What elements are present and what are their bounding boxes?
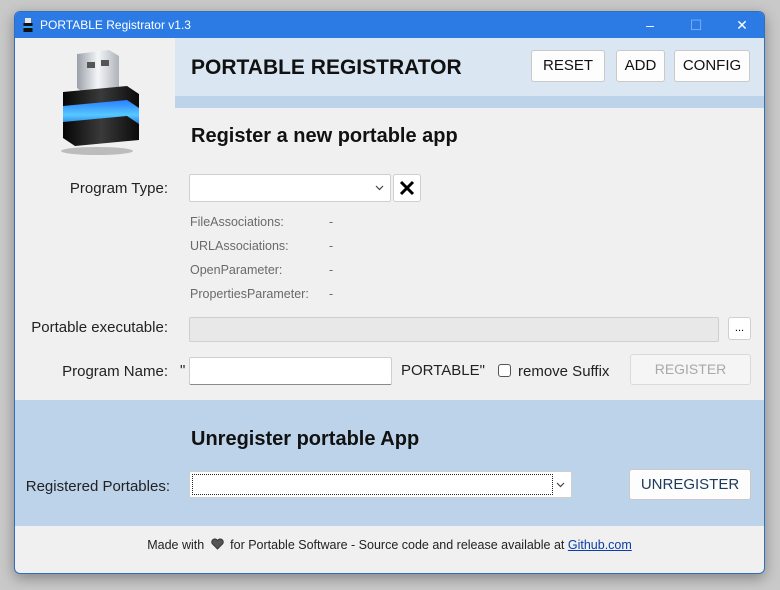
unregister-section-title: Unregister portable App (191, 428, 420, 450)
program-type-label: Program Type: (69, 180, 168, 197)
title-bar: PORTABLE Registrator v1.3 – ☐ ✕ (15, 12, 764, 38)
x-icon (399, 180, 415, 196)
file-associations-value: - (329, 215, 334, 229)
config-button[interactable]: CONFIG (674, 50, 750, 82)
app-window: PORTABLE Registrator v1.3 – ☐ ✕ PORTABLE… (14, 11, 765, 574)
portable-executable-label: Portable executable: (31, 319, 168, 336)
portable-executable-field[interactable] (189, 317, 719, 342)
maximize-button[interactable]: ☐ (673, 12, 719, 38)
unregister-section: Unregister portable App Registered Porta… (15, 400, 764, 526)
unregister-button[interactable]: UNREGISTER (629, 469, 751, 500)
chevron-down-icon (375, 185, 384, 191)
portable-suffix-text: PORTABLE" (401, 362, 485, 379)
github-link[interactable]: Github.com (568, 538, 632, 552)
registered-portables-select[interactable] (189, 471, 572, 498)
app-heading: PORTABLE REGISTRATOR (191, 56, 462, 79)
open-parameter-value: - (329, 263, 334, 277)
open-quote: " (180, 362, 186, 379)
focus-outline (192, 474, 553, 495)
remove-suffix-label[interactable]: remove Suffix (518, 363, 609, 380)
registered-portables-label: Registered Portables: (25, 478, 170, 495)
register-button[interactable]: REGISTER (630, 354, 751, 385)
footer: Made with for Portable Software - Source… (15, 538, 764, 552)
url-associations-value: - (329, 239, 334, 253)
register-section-title: Register a new portable app (191, 125, 458, 147)
properties-parameter-value: - (329, 287, 334, 301)
program-name-input[interactable] (189, 357, 392, 385)
remove-suffix-checkbox[interactable] (498, 364, 511, 377)
properties-parameter-label: PropertiesParameter: (190, 287, 309, 301)
browse-button[interactable]: ... (728, 317, 751, 340)
heart-icon (211, 538, 224, 550)
footer-prefix: Made with (147, 538, 205, 552)
open-parameter-label: OpenParameter: (190, 263, 283, 277)
close-button[interactable]: ✕ (719, 12, 764, 38)
add-button[interactable]: ADD (616, 50, 665, 82)
clear-type-button[interactable] (393, 174, 421, 202)
usb-stick-icon (23, 18, 33, 32)
usb-stick-logo (61, 50, 139, 155)
footer-text: for Portable Software - Source code and … (230, 538, 565, 552)
reset-button[interactable]: RESET (531, 50, 605, 82)
chevron-down-icon (556, 482, 565, 488)
file-associations-label: FileAssociations: (190, 215, 284, 229)
program-type-select[interactable] (189, 174, 391, 202)
header-band: PORTABLE REGISTRATOR RESET ADD CONFIG (175, 38, 764, 108)
program-name-label: Program Name: (62, 363, 168, 380)
minimize-button[interactable]: – (627, 12, 673, 38)
url-associations-label: URLAssociations: (190, 239, 289, 253)
window-title: PORTABLE Registrator v1.3 (40, 18, 191, 32)
